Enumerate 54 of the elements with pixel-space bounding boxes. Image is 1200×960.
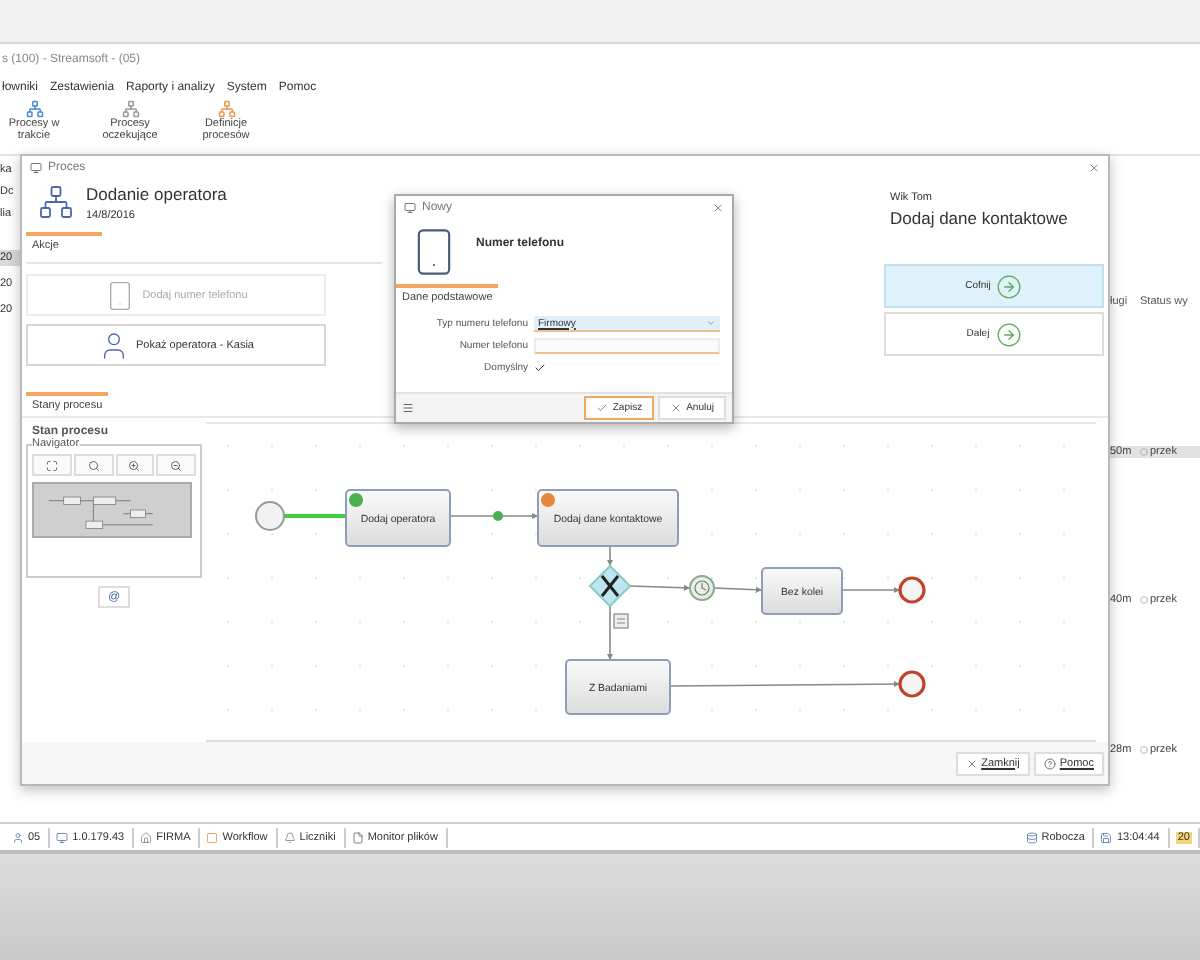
message-dot — [493, 511, 503, 521]
help-icon — [1043, 757, 1056, 769]
process-icon — [38, 184, 74, 220]
flow-arrow — [606, 545, 614, 567]
zoom-in-icon — [128, 459, 141, 471]
process-icon — [25, 100, 43, 118]
process-icon — [217, 100, 235, 118]
window-icon — [30, 162, 42, 174]
menu-icon[interactable] — [402, 402, 414, 414]
close-icon — [965, 757, 978, 769]
zoom-out-icon — [170, 459, 183, 471]
start-event — [255, 501, 285, 531]
exclusive-gateway — [588, 564, 632, 608]
task-node — [345, 489, 451, 547]
search-icon — [87, 459, 100, 471]
zoom-out-button[interactable] — [156, 454, 196, 476]
zoom-in-button[interactable] — [115, 454, 155, 476]
task-node — [537, 489, 679, 547]
flow-arrow — [606, 605, 614, 661]
search-button[interactable] — [73, 454, 113, 476]
bell-icon — [283, 831, 296, 843]
radio-icon — [1140, 447, 1148, 456]
step-title: Dodaj dane kontaktowe — [888, 208, 1070, 228]
close-icon[interactable] — [712, 202, 724, 214]
timer-event-icon — [689, 575, 715, 601]
database-icon — [1025, 831, 1038, 843]
monitor-icon — [56, 831, 69, 843]
minimap-drawing[interactable] — [32, 482, 192, 538]
file-icon — [351, 831, 364, 843]
end-event — [898, 576, 926, 604]
radio-icon — [1140, 746, 1148, 755]
checkbox[interactable] — [534, 360, 550, 376]
close-icon — [670, 402, 683, 414]
note-icon — [613, 613, 629, 629]
task-node — [565, 659, 671, 715]
flow-arrow — [629, 584, 691, 591]
check-icon — [596, 402, 609, 414]
flow-arrow — [713, 586, 763, 593]
caret-icon — [706, 318, 716, 328]
process-icon — [121, 100, 139, 118]
user-icon — [12, 831, 24, 843]
save-icon — [1100, 831, 1113, 843]
flow-arrow — [841, 586, 901, 594]
flow-arrow — [449, 512, 539, 520]
fit-button[interactable] — [32, 454, 72, 476]
house-icon — [140, 831, 153, 843]
process-title: Dodanie operatora — [86, 184, 227, 204]
radio-icon — [1140, 596, 1148, 605]
window-icon — [404, 202, 416, 214]
square-icon — [206, 831, 219, 843]
end-event — [898, 670, 926, 698]
input-field[interactable] — [534, 338, 720, 354]
close-icon[interactable] — [1088, 162, 1100, 174]
task-node — [761, 567, 843, 615]
